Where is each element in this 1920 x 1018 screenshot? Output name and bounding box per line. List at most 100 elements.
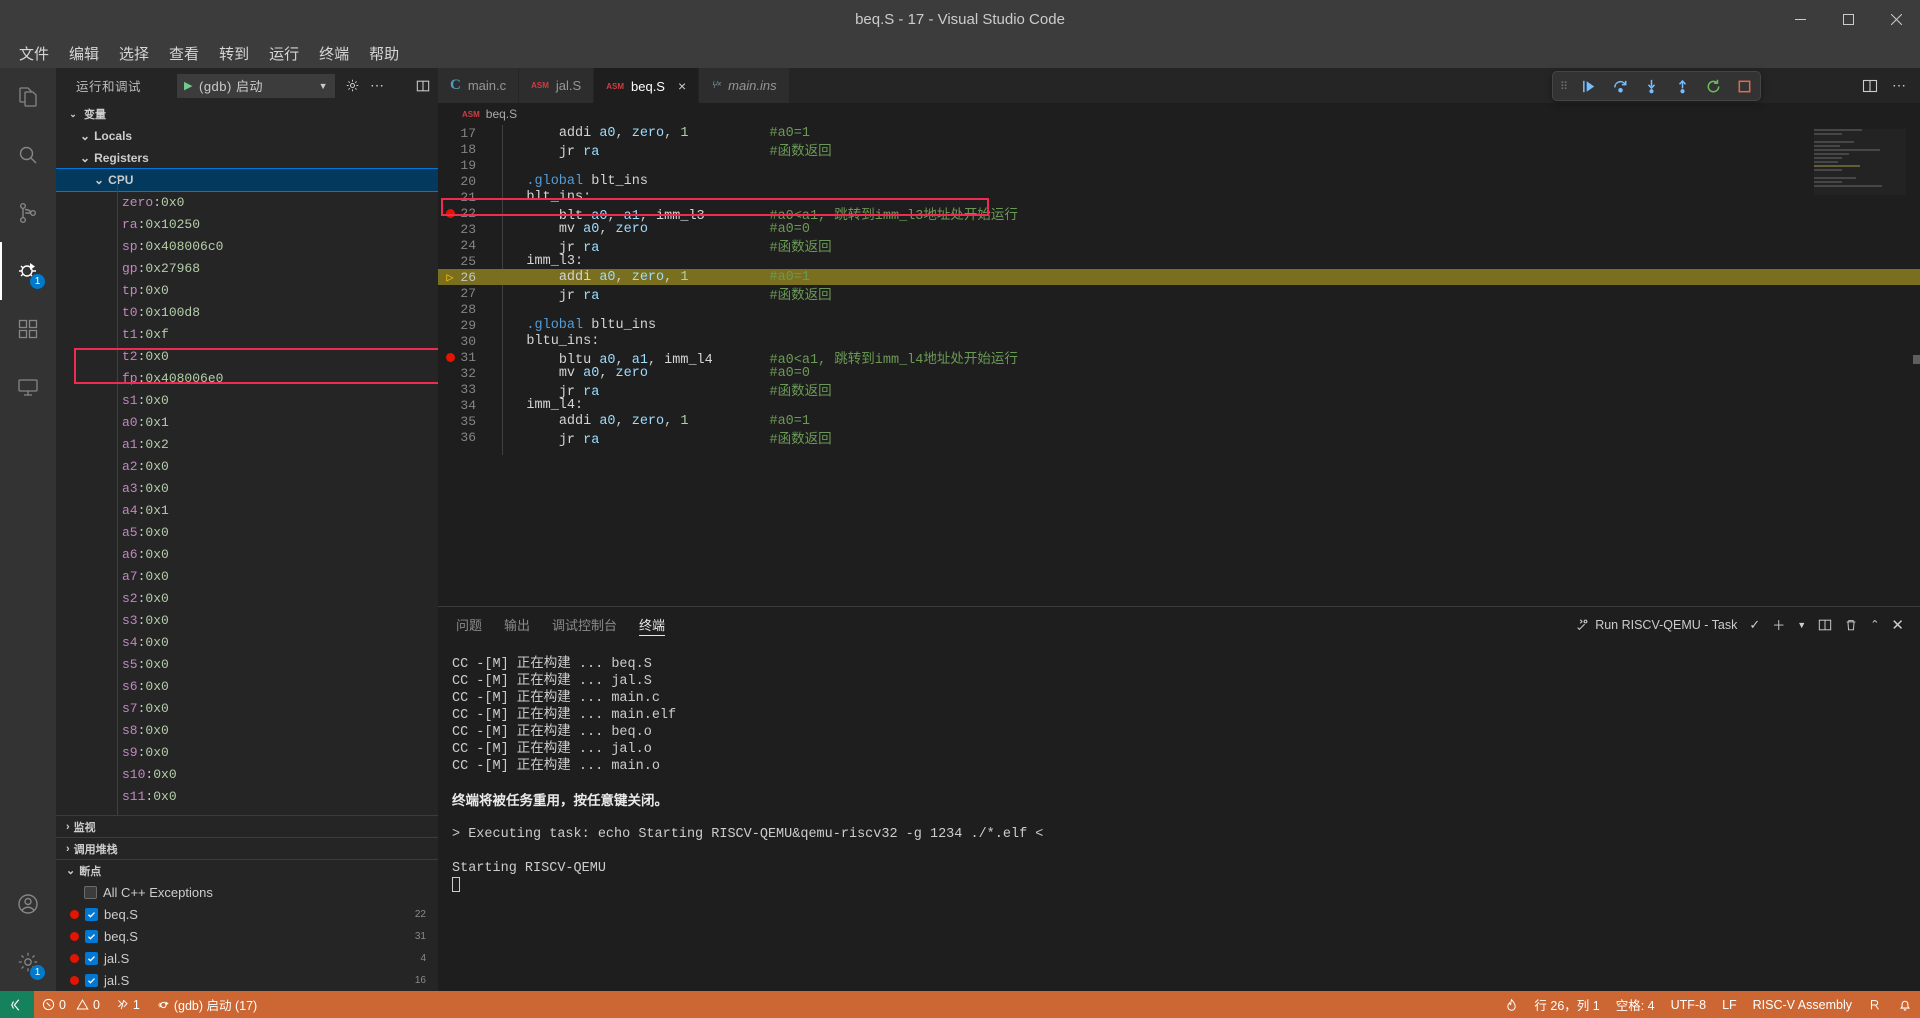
maximize-button[interactable] [1824, 0, 1872, 38]
code-line[interactable]: 24 jr ra #函数返回 [438, 237, 1920, 253]
register-row[interactable]: s4: 0x0 [56, 631, 438, 653]
register-row[interactable]: s6: 0x0 [56, 675, 438, 697]
register-row[interactable]: s9: 0x0 [56, 741, 438, 763]
indentation[interactable]: 空格: 4 [1608, 991, 1663, 1018]
code-line[interactable]: 31 bltu a0, a1, imm_l4 #a0<a1, 跳转到imm_l4… [438, 349, 1920, 365]
code-line[interactable]: 27 jr ra #函数返回 [438, 285, 1920, 301]
register-row[interactable]: s7: 0x0 [56, 697, 438, 719]
activity-extensions[interactable] [0, 300, 56, 358]
register-row[interactable]: tp: 0x0 [56, 279, 438, 301]
breakpoint-checkbox[interactable] [85, 952, 98, 965]
step-over-icon[interactable] [1611, 77, 1629, 95]
continue-icon[interactable] [1580, 77, 1598, 95]
activity-run-and-debug[interactable]: 1 [0, 242, 56, 300]
menu-go[interactable]: 转到 [210, 40, 258, 67]
breakpoint-checkbox[interactable] [85, 930, 98, 943]
exceptions-checkbox[interactable] [84, 886, 97, 899]
stop-icon[interactable] [1735, 77, 1753, 95]
language-mode[interactable]: RISC-V Assembly [1745, 991, 1860, 1018]
breakpoint-checkbox[interactable] [85, 974, 98, 987]
ports-status[interactable]: 1 [108, 991, 148, 1018]
minimap[interactable] [1814, 129, 1906, 195]
chevron-up-icon[interactable]: ⌃ [1870, 618, 1879, 631]
split-editor-icon[interactable] [1862, 78, 1878, 94]
close-icon[interactable]: × [678, 79, 686, 93]
section-variables[interactable]: ⌄ 变量 [56, 103, 438, 125]
activity-source-control[interactable] [0, 184, 56, 242]
activity-search[interactable] [0, 126, 56, 184]
split-editor-icon[interactable] [416, 79, 430, 93]
register-row[interactable]: s3: 0x0 [56, 609, 438, 631]
gear-icon[interactable] [345, 78, 360, 93]
register-row[interactable]: fp: 0x408006e0 [56, 367, 438, 389]
register-row[interactable]: ra: 0x10250 [56, 213, 438, 235]
breakpoint-row[interactable]: jal.S4 [56, 947, 438, 969]
code-line[interactable]: 20 .global blt_ins [438, 173, 1920, 189]
debug-session-status[interactable]: (gdb) 启动 (17) [148, 991, 265, 1018]
close-button[interactable] [1872, 0, 1920, 38]
breadcrumb[interactable]: ASM beq.S [438, 103, 1920, 125]
menu-terminal[interactable]: 终端 [310, 40, 358, 67]
register-row[interactable]: s5: 0x0 [56, 653, 438, 675]
register-row[interactable]: a7: 0x0 [56, 565, 438, 587]
register-row[interactable]: s1: 0x0 [56, 389, 438, 411]
minimize-button[interactable] [1776, 0, 1824, 38]
new-terminal-icon[interactable]: ＋ [1772, 615, 1785, 634]
section-breakpoints[interactable]: ⌄ 断点 [56, 859, 438, 881]
register-row[interactable]: a2: 0x0 [56, 455, 438, 477]
terminal-task-selector[interactable]: Run RISCV-QEMU - Task [1575, 618, 1737, 632]
bell-icon[interactable] [1890, 991, 1920, 1018]
tab-main-c[interactable]: C main.c [438, 68, 519, 103]
breakpoint-gutter-dot[interactable] [438, 353, 462, 362]
step-into-icon[interactable] [1642, 77, 1660, 95]
activity-accounts[interactable] [0, 875, 56, 933]
code-line[interactable]: 34 imm_l4: [438, 397, 1920, 413]
check-icon[interactable]: ✓ [1749, 617, 1760, 633]
code-line[interactable]: 28 [438, 301, 1920, 317]
scope-registers[interactable]: ⌄ Registers [56, 147, 438, 169]
terminal-output[interactable]: CC -[M] 正在构建 ... beq.SCC -[M] 正在构建 ... j… [438, 642, 1920, 991]
section-watch[interactable]: › 监视 [56, 815, 438, 837]
breakpoint-gutter-dot[interactable] [438, 209, 462, 218]
cursor-position[interactable]: 行 26，列 1 [1526, 991, 1607, 1018]
menu-file[interactable]: 文件 [10, 40, 58, 67]
code-line[interactable]: 22 blt a0, a1, imm_l3 #a0<a1, 跳转到imm_l3地… [438, 205, 1920, 221]
menu-selection[interactable]: 选择 [110, 40, 158, 67]
variables-tree[interactable]: ⌄ 变量 ⌄ Locals ⌄ Registers ⌄ CPU zero: 0x… [56, 103, 438, 815]
breakpoint-row[interactable]: beq.S22 [56, 903, 438, 925]
remote-indicator[interactable] [0, 991, 34, 1018]
execution-pointer-icon[interactable]: ▷ [438, 270, 462, 285]
menu-help[interactable]: 帮助 [360, 40, 408, 67]
register-row[interactable]: t1: 0xf [56, 323, 438, 345]
register-row[interactable]: s8: 0x0 [56, 719, 438, 741]
register-row[interactable]: sp: 0x408006c0 [56, 235, 438, 257]
register-row[interactable]: a3: 0x0 [56, 477, 438, 499]
minimap-slider[interactable] [1814, 129, 1906, 195]
register-row[interactable]: t2: 0x0 [56, 345, 438, 367]
more-actions-icon[interactable]: ⋯ [1892, 77, 1906, 94]
scope-locals[interactable]: ⌄ Locals [56, 125, 438, 147]
breakpoint-checkbox[interactable] [85, 908, 98, 921]
code-line[interactable]: 19 [438, 157, 1920, 173]
register-row[interactable]: s10: 0x0 [56, 763, 438, 785]
menu-edit[interactable]: 编辑 [60, 40, 108, 67]
panel-tab-output[interactable]: 输出 [504, 607, 530, 642]
register-row[interactable]: t0: 0x100d8 [56, 301, 438, 323]
tab-main-ins[interactable]: ⑂ˣ main.ins [699, 68, 789, 103]
scope-cpu[interactable]: ⌄ CPU [56, 169, 438, 191]
register-row[interactable]: a4: 0x1 [56, 499, 438, 521]
flame-status[interactable] [1497, 991, 1526, 1018]
register-row[interactable]: a6: 0x0 [56, 543, 438, 565]
register-row[interactable]: a1: 0x2 [56, 433, 438, 455]
more-icon[interactable]: ⋯ [370, 77, 385, 94]
terminal-dropdown-icon[interactable]: ▼ [1797, 620, 1806, 630]
drag-handle-icon[interactable]: ⠿ [1560, 80, 1567, 93]
activity-settings[interactable]: 1 [0, 933, 56, 991]
section-callstack[interactable]: › 调用堆栈 [56, 837, 438, 859]
register-row[interactable]: s2: 0x0 [56, 587, 438, 609]
code-line[interactable]: 33 jr ra #函数返回 [438, 381, 1920, 397]
breakpoint-row[interactable]: beq.S31 [56, 925, 438, 947]
encoding[interactable]: UTF-8 [1663, 991, 1714, 1018]
code-line[interactable]: 29 .global bltu_ins [438, 317, 1920, 333]
register-row[interactable]: zero: 0x0 [56, 191, 438, 213]
